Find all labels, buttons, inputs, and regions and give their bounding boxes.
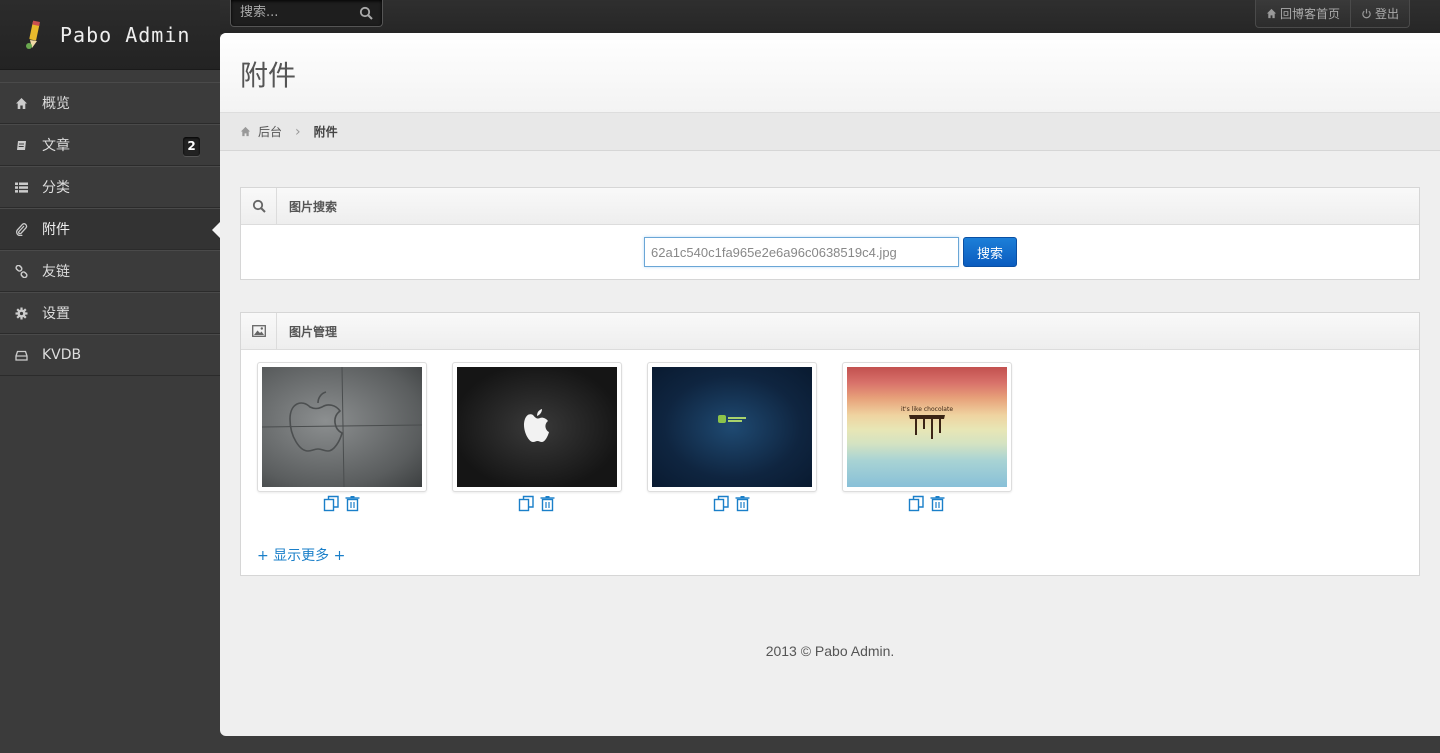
page-header: 附件 xyxy=(220,33,1440,113)
copy-icon[interactable] xyxy=(908,495,925,512)
image-thumb xyxy=(257,362,427,512)
paperclip-icon xyxy=(16,222,28,236)
apple-logo-image xyxy=(524,409,549,442)
thumb-actions xyxy=(452,495,622,512)
footer-text: 2013 © Pabo Admin. xyxy=(765,643,895,659)
pencil-logo-icon xyxy=(26,20,40,49)
logout-link[interactable]: 登出 xyxy=(1349,0,1409,27)
page-title: 附件 xyxy=(240,58,297,92)
thumb-frame[interactable] xyxy=(647,362,817,492)
logo-area[interactable]: Pabo Admin xyxy=(0,0,220,70)
sidebar-item-label: 概览 xyxy=(42,96,70,112)
thumb-frame[interactable]: it's like chocolate xyxy=(842,362,1012,492)
breadcrumb: 后台 › 附件 xyxy=(220,113,1440,151)
logo-text: Pabo Admin xyxy=(60,22,191,47)
search-icon[interactable] xyxy=(359,6,373,20)
linux-mint-image xyxy=(718,415,746,423)
breadcrumb-home[interactable]: 后台 xyxy=(258,123,282,140)
picture-icon xyxy=(251,325,266,337)
logout-label: 登出 xyxy=(1374,7,1399,21)
image-search-header: 图片搜索 xyxy=(241,188,1419,225)
sidebar-item-label: 设置 xyxy=(42,306,70,322)
trash-icon[interactable] xyxy=(344,495,361,512)
concrete-apple-image xyxy=(262,367,422,487)
sidebar-item-categories[interactable]: 分类 xyxy=(0,166,220,208)
image-manager-header-icon xyxy=(241,313,277,349)
home-icon xyxy=(16,97,27,109)
top-links: 回博客首页 登出 xyxy=(1254,0,1410,28)
blog-home-link[interactable]: 回博客首页 xyxy=(1256,0,1350,27)
home-icon xyxy=(1266,8,1277,19)
copy-icon[interactable] xyxy=(518,495,535,512)
main-content: 附件 后台 › 附件 图片搜索 搜索 图片管理 xyxy=(220,33,1440,736)
sidebar-item-kvdb[interactable]: KVDB xyxy=(0,334,220,376)
sidebar: 概览 文章 2 分类 附件 友链 设置 KVDB xyxy=(0,82,220,376)
trash-icon[interactable] xyxy=(734,495,751,512)
trash-icon[interactable] xyxy=(539,495,556,512)
sidebar-item-label: 附件 xyxy=(42,222,70,238)
chocolate-drip-image: it's like chocolate xyxy=(901,406,953,439)
blog-home-label: 回博客首页 xyxy=(1279,7,1340,21)
sidebar-item-label: 文章 xyxy=(42,138,70,154)
show-more-link[interactable]: + 显示更多 + xyxy=(257,545,345,565)
image-manager-panel: 图片管理 it's like chocolate + 显示更多 + xyxy=(240,312,1420,576)
sidebar-item-articles[interactable]: 文章 2 xyxy=(0,124,220,166)
breadcrumb-current: 附件 xyxy=(313,125,338,139)
book-icon xyxy=(17,140,26,150)
power-icon xyxy=(1362,8,1371,19)
sidebar-item-overview[interactable]: 概览 xyxy=(0,82,220,124)
link-icon xyxy=(15,264,28,278)
chocolate-text: it's like chocolate xyxy=(901,406,953,413)
thumb-frame[interactable] xyxy=(257,362,427,492)
thumb-frame[interactable] xyxy=(452,362,622,492)
thumbnail-grid: it's like chocolate + 显示更多 + xyxy=(241,350,1419,575)
thumb-actions xyxy=(647,495,817,512)
image-search-form: 搜索 xyxy=(241,225,1419,280)
image-thumb: it's like chocolate xyxy=(842,362,1012,512)
thumb-image: it's like chocolate xyxy=(847,367,1007,487)
sidebar-item-settings[interactable]: 设置 xyxy=(0,292,220,334)
image-search-button[interactable]: 搜索 xyxy=(963,237,1017,267)
thumb-image xyxy=(262,367,422,487)
list-icon xyxy=(15,182,28,193)
thumb-image xyxy=(652,367,812,487)
sidebar-item-links[interactable]: 友链 xyxy=(0,250,220,292)
copy-icon[interactable] xyxy=(713,495,730,512)
image-thumb xyxy=(647,362,817,512)
sidebar-item-attachments[interactable]: 附件 xyxy=(0,208,220,250)
image-thumb xyxy=(452,362,622,512)
articles-count-badge: 2 xyxy=(183,137,200,156)
home-icon xyxy=(240,126,251,137)
image-manager-title: 图片管理 xyxy=(289,324,338,339)
image-search-input[interactable] xyxy=(644,237,959,267)
active-caret xyxy=(212,222,220,238)
image-search-panel: 图片搜索 搜索 xyxy=(240,187,1420,280)
chevron-right-icon: › xyxy=(295,123,301,140)
sidebar-item-label: KVDB xyxy=(42,347,82,363)
image-search-title: 图片搜索 xyxy=(289,199,338,214)
global-search-input[interactable] xyxy=(231,0,351,25)
search-icon xyxy=(252,199,266,213)
image-manager-header: 图片管理 xyxy=(241,313,1419,350)
global-search xyxy=(230,0,383,27)
image-search-header-icon xyxy=(241,188,277,224)
thumb-actions xyxy=(842,495,1012,512)
copy-icon[interactable] xyxy=(323,495,340,512)
trash-icon[interactable] xyxy=(929,495,946,512)
sidebar-item-label: 友链 xyxy=(42,264,70,280)
sidebar-item-label: 分类 xyxy=(42,180,70,196)
drive-icon xyxy=(15,350,28,361)
thumb-actions xyxy=(257,495,427,512)
gear-icon xyxy=(15,307,28,319)
thumb-image xyxy=(457,367,617,487)
